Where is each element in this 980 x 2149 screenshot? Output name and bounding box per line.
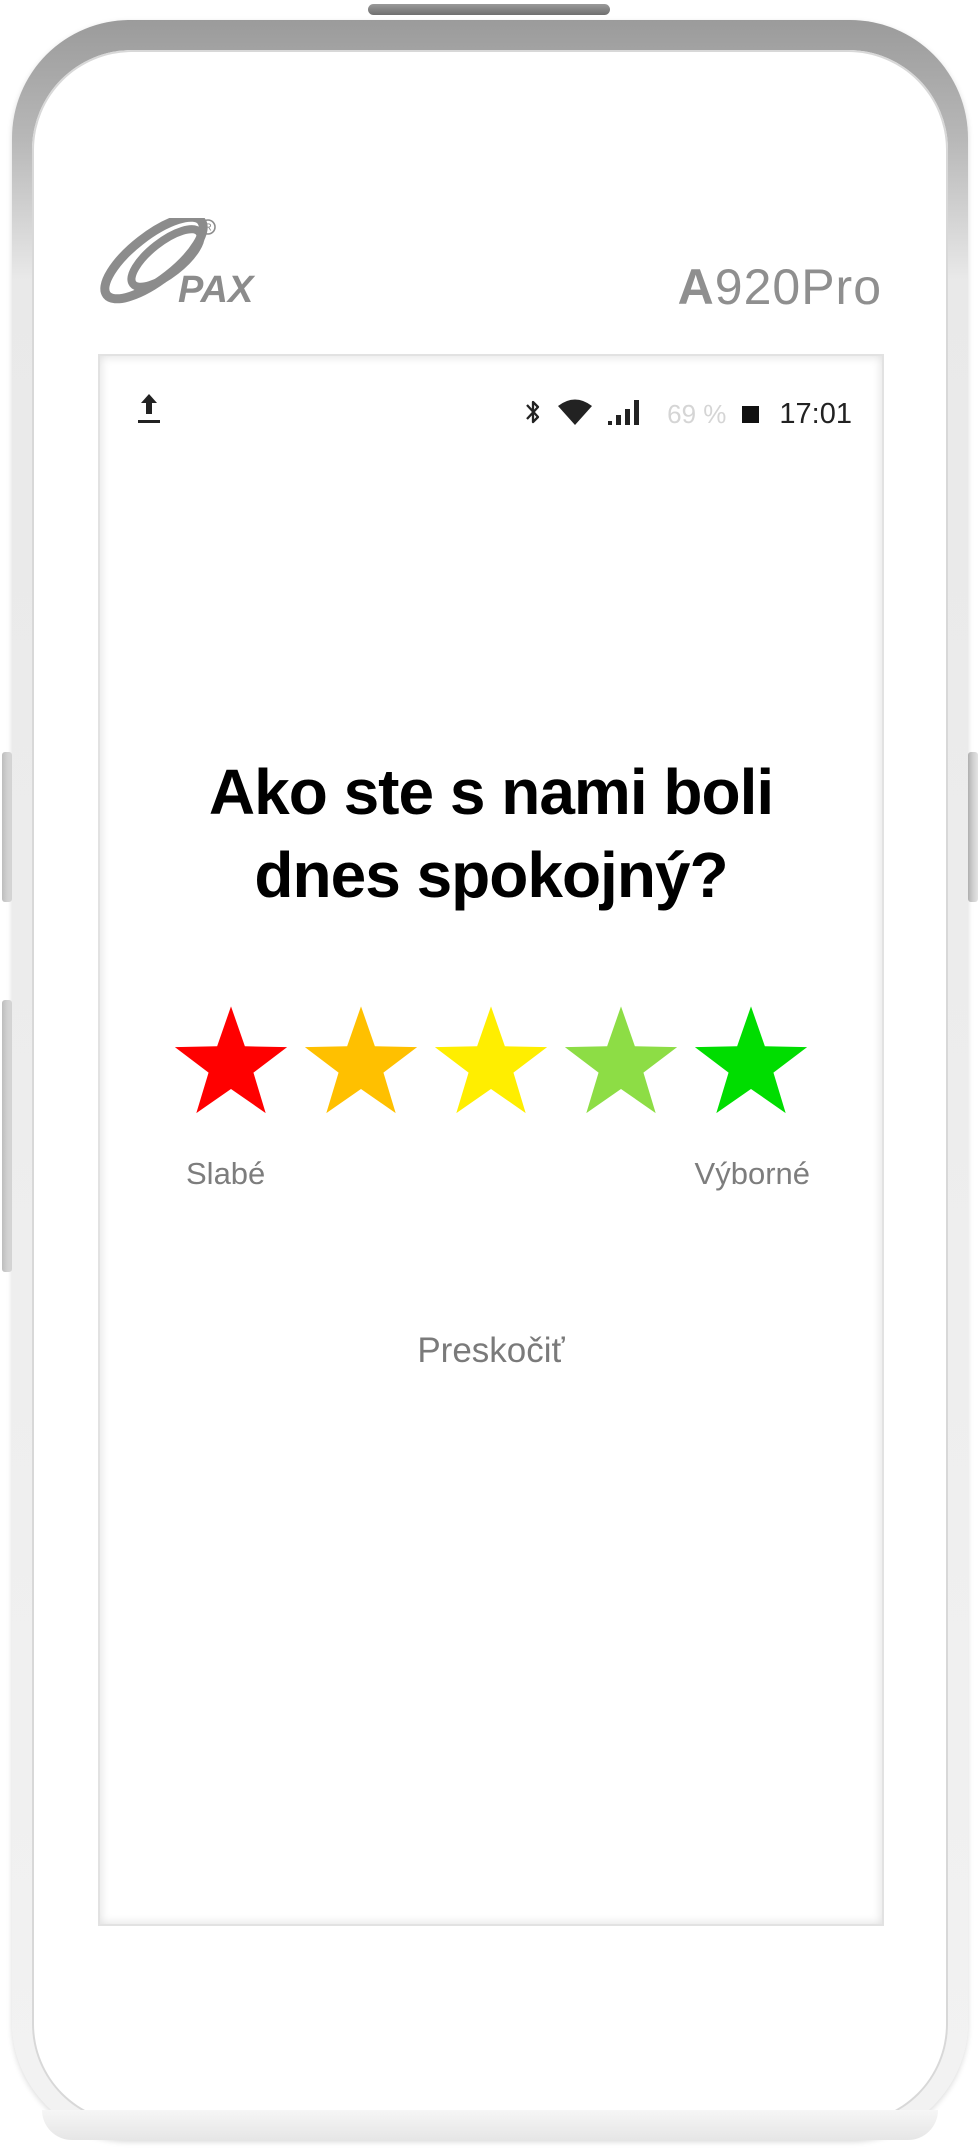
status-icons: 69 % 17:01	[523, 394, 852, 434]
device-right-button	[968, 752, 978, 902]
pax-logo-text: PAX	[178, 269, 256, 311]
skip-button[interactable]: Preskočiť	[100, 1331, 882, 1371]
rating-question: Ako ste s nami boli dnes spokojný?	[140, 751, 842, 917]
device-top-button	[368, 4, 610, 15]
upload-icon	[136, 390, 162, 426]
battery-icon	[742, 405, 760, 423]
star-2-icon[interactable]	[302, 1004, 420, 1122]
status-clock: 17:01	[779, 397, 852, 430]
star-3-icon[interactable]	[432, 1004, 550, 1122]
terminal-screen: 69 % 17:01 Ako ste s nami boli dnes spok…	[100, 356, 882, 1924]
model-name-rest: 920Pro	[714, 259, 882, 315]
wifi-icon	[557, 397, 593, 432]
device-bottom-edge	[42, 2110, 938, 2140]
bluetooth-icon	[523, 397, 543, 432]
rating-question-line1: Ako ste s nami boli	[208, 756, 774, 828]
model-name-bold: A	[677, 259, 715, 315]
rating-question-line2: dnes spokojný?	[254, 839, 728, 911]
star-4-icon[interactable]	[562, 1004, 680, 1122]
signal-icon	[607, 397, 643, 432]
status-bar: 69 % 17:01	[100, 356, 882, 466]
device-model-name: A920Pro	[678, 258, 882, 316]
star-rating	[172, 1004, 812, 1124]
pax-logo: R PAX	[92, 212, 282, 314]
rating-label-low: Slabé	[186, 1156, 266, 1191]
svg-text:R: R	[205, 223, 212, 234]
star-5-icon[interactable]	[692, 1004, 810, 1122]
star-1-icon[interactable]	[172, 1004, 290, 1122]
battery-percent: 69 %	[667, 398, 727, 429]
device-left-button-lower	[2, 1000, 12, 1272]
device-left-button-upper	[2, 752, 12, 902]
rating-label-high: Výborné	[694, 1156, 810, 1191]
